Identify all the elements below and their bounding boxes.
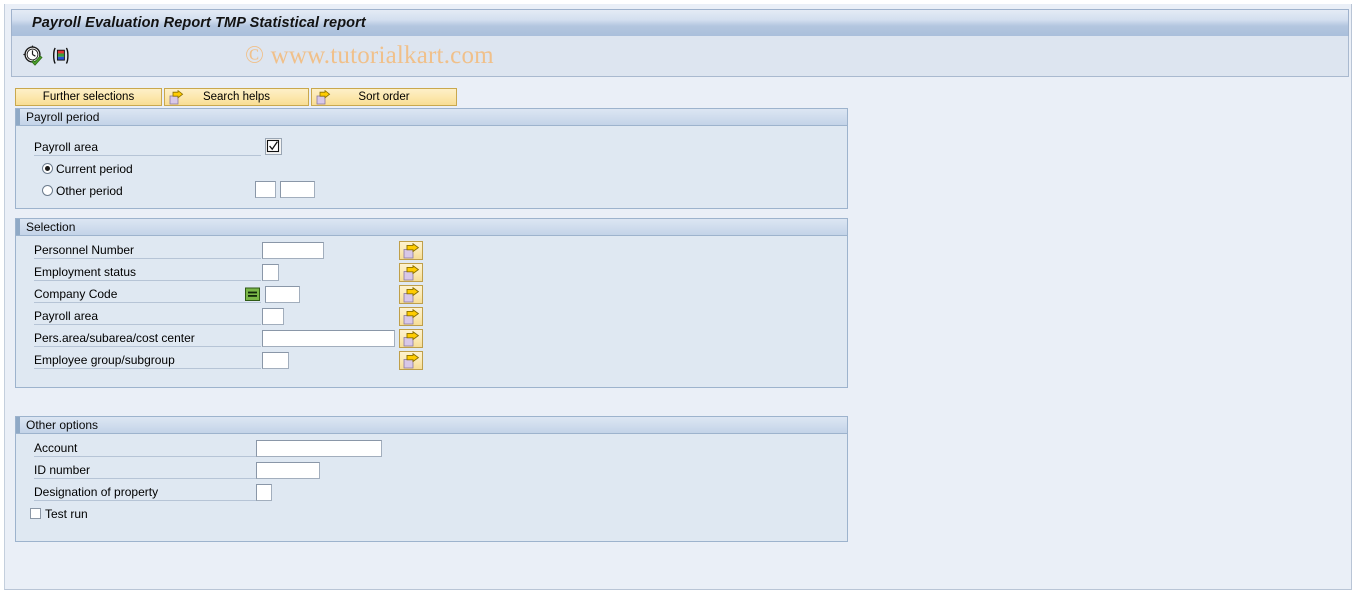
other-period-input-2[interactable]: [280, 181, 315, 198]
arrow-right-icon: [316, 89, 331, 105]
radio-other-period[interactable]: Other period: [42, 184, 123, 198]
sort-order-label: Sort order: [358, 91, 410, 103]
designation-of-property-label: Designation of property: [34, 484, 261, 501]
arrow-right-icon: [403, 287, 420, 303]
selection-option-equals-icon[interactable]: [245, 287, 260, 302]
pers-area-subarea-cost-center-input[interactable]: [262, 330, 395, 347]
payroll-period-group-title: Payroll period: [16, 109, 847, 126]
arrow-right-icon: [403, 243, 420, 259]
other-options-group-body: Account ID number Designation of propert…: [16, 434, 847, 541]
radio-indicator-icon: [42, 163, 53, 174]
employment-status-multiple-selection-button[interactable]: [399, 263, 423, 282]
arrow-right-icon: [403, 331, 420, 347]
payroll-area-selection-input[interactable]: [262, 308, 284, 325]
pers-area-multiple-selection-button[interactable]: [399, 329, 423, 348]
employment-status-input[interactable]: [262, 264, 279, 281]
test-run-checkbox[interactable]: Test run: [30, 507, 88, 521]
other-options-group-title: Other options: [16, 417, 847, 434]
variant-icon[interactable]: [50, 45, 72, 67]
arrow-right-icon: [403, 353, 420, 369]
arrow-right-icon: [169, 89, 184, 105]
payroll-period-group-body: Payroll area Current period Other period: [16, 126, 847, 208]
execute-icon[interactable]: [23, 45, 45, 67]
personnel-number-label: Personnel Number: [34, 242, 261, 259]
search-helps-button[interactable]: Search helps: [164, 88, 309, 106]
sort-order-button[interactable]: Sort order: [311, 88, 457, 106]
payroll-area-label: Payroll area: [34, 139, 261, 156]
radio-current-period[interactable]: Current period: [42, 162, 133, 176]
id-number-input[interactable]: [256, 462, 320, 479]
id-number-label: ID number: [34, 462, 261, 479]
pers-area-subarea-cost-center-label: Pers.area/subarea/cost center: [34, 330, 261, 347]
other-period-input-1[interactable]: [255, 181, 276, 198]
selection-group: Selection Personnel Number Employment st…: [15, 218, 848, 388]
designation-of-property-input[interactable]: [256, 484, 272, 501]
further-selections-button[interactable]: Further selections: [15, 88, 162, 106]
application-toolbar: [11, 36, 1349, 77]
employee-group-subgroup-input[interactable]: [262, 352, 289, 369]
test-run-label: Test run: [45, 507, 88, 521]
radio-other-period-label: Other period: [56, 184, 123, 198]
window-title-bar: Payroll Evaluation Report TMP Statistica…: [11, 9, 1349, 37]
radio-current-period-label: Current period: [56, 162, 133, 176]
employee-group-subgroup-label: Employee group/subgroup: [34, 352, 261, 369]
selection-group-body: Personnel Number Employment status Compa…: [16, 236, 847, 387]
selection-group-title: Selection: [16, 219, 847, 236]
employment-status-label: Employment status: [34, 264, 261, 281]
radio-indicator-icon: [42, 185, 53, 196]
page-title: Payroll Evaluation Report TMP Statistica…: [32, 15, 366, 31]
account-label: Account: [34, 440, 261, 457]
payroll-area-selection-label: Payroll area: [34, 308, 261, 325]
company-code-label: Company Code: [34, 286, 261, 303]
arrow-right-icon: [403, 309, 420, 325]
checkbox-indicator-icon: [30, 508, 41, 519]
application-window: Payroll Evaluation Report TMP Statistica…: [4, 4, 1352, 590]
payroll-period-group: Payroll period Payroll area Current peri…: [15, 108, 848, 209]
personnel-number-input[interactable]: [262, 242, 324, 259]
payroll-area-checkbox[interactable]: [265, 138, 282, 155]
further-selections-label: Further selections: [42, 91, 135, 103]
employee-group-multiple-selection-button[interactable]: [399, 351, 423, 370]
payroll-area-multiple-selection-button[interactable]: [399, 307, 423, 326]
company-code-multiple-selection-button[interactable]: [399, 285, 423, 304]
arrow-right-icon: [403, 265, 420, 281]
other-options-group: Other options Account ID number Designat…: [15, 416, 848, 542]
personnel-number-multiple-selection-button[interactable]: [399, 241, 423, 260]
search-helps-label: Search helps: [202, 91, 271, 103]
account-input[interactable]: [256, 440, 382, 457]
company-code-input[interactable]: [265, 286, 300, 303]
